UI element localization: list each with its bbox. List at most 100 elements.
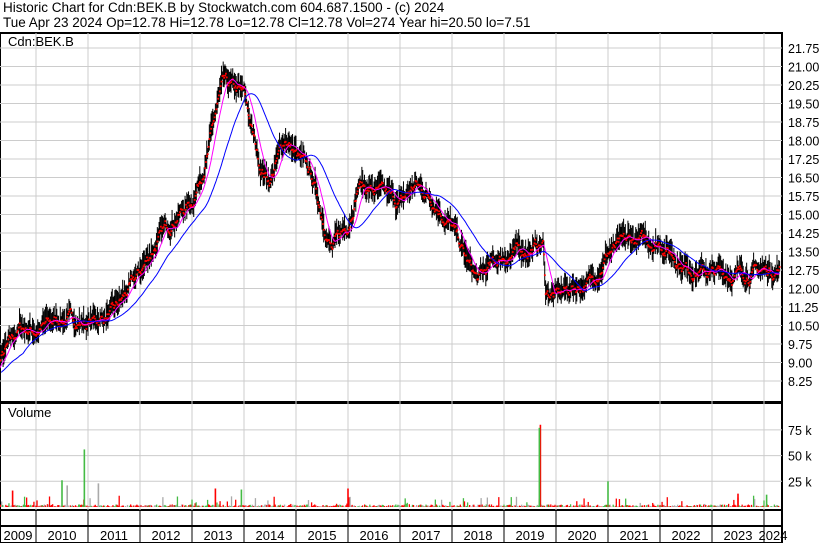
close-marker <box>725 276 728 279</box>
close-marker <box>306 166 309 168</box>
close-marker <box>70 311 73 314</box>
close-marker <box>468 261 471 264</box>
close-marker <box>526 257 529 260</box>
close-marker <box>547 294 550 297</box>
close-marker <box>737 266 739 269</box>
close-marker <box>678 267 681 270</box>
close-marker <box>242 87 245 90</box>
close-marker <box>288 141 291 144</box>
close-marker <box>78 321 81 324</box>
close-marker <box>211 124 213 127</box>
close-marker <box>244 93 246 96</box>
close-marker <box>686 268 689 271</box>
close-marker <box>227 84 230 87</box>
close-marker <box>484 269 486 272</box>
close-marker <box>532 244 535 247</box>
close-marker <box>650 246 653 249</box>
close-marker <box>622 232 625 235</box>
close-marker <box>601 271 603 274</box>
close-marker <box>197 185 200 187</box>
close-marker <box>369 184 372 187</box>
close-marker <box>284 140 287 143</box>
close-marker <box>37 332 40 335</box>
close-marker <box>247 114 250 117</box>
close-marker <box>673 258 675 260</box>
close-marker <box>458 242 460 245</box>
close-marker <box>113 307 115 309</box>
close-marker <box>358 183 361 185</box>
close-marker <box>363 185 366 188</box>
close-marker <box>698 271 700 273</box>
close-marker <box>176 220 179 222</box>
close-marker <box>584 284 587 287</box>
close-marker <box>44 320 47 323</box>
close-marker <box>477 278 479 281</box>
close-marker <box>295 149 297 152</box>
close-marker <box>112 303 115 306</box>
close-marker <box>523 255 525 258</box>
close-marker <box>472 269 474 272</box>
close-marker <box>729 278 732 281</box>
close-marker <box>146 256 148 259</box>
close-marker <box>355 200 357 202</box>
close-marker <box>184 208 187 211</box>
price-tick-label: 9.75 <box>788 338 812 352</box>
close-marker <box>43 322 46 325</box>
close-marker <box>55 316 57 319</box>
close-marker <box>17 329 19 332</box>
close-marker <box>72 319 75 322</box>
close-marker <box>272 173 275 176</box>
close-marker <box>446 220 448 223</box>
close-marker <box>480 268 483 271</box>
year-label: 2015 <box>308 528 337 543</box>
price-tick-label: 14.25 <box>788 227 819 241</box>
close-marker <box>339 232 342 235</box>
close-marker <box>766 274 769 276</box>
close-marker <box>357 187 360 189</box>
close-marker <box>310 178 313 180</box>
close-marker <box>603 258 606 261</box>
price-tick-label: 15.75 <box>788 190 819 204</box>
close-marker <box>373 193 375 196</box>
close-marker <box>152 253 154 256</box>
close-marker <box>461 244 464 247</box>
close-marker <box>298 153 301 156</box>
close-marker <box>208 138 211 140</box>
close-marker <box>447 220 450 223</box>
close-marker <box>510 256 512 259</box>
price-tick-label: 18.75 <box>788 116 819 130</box>
close-marker <box>693 278 695 280</box>
close-marker <box>122 295 125 297</box>
close-marker <box>126 294 128 297</box>
close-marker <box>7 338 10 341</box>
close-marker <box>264 171 267 174</box>
close-marker <box>691 278 694 280</box>
close-marker <box>642 234 645 236</box>
close-marker <box>0 359 2 362</box>
close-marker <box>145 260 148 262</box>
close-marker <box>23 328 25 331</box>
close-marker <box>541 241 544 244</box>
volume-tick-label: 50 k <box>788 450 812 464</box>
close-marker <box>332 242 335 245</box>
close-marker <box>220 80 223 83</box>
close-marker <box>163 223 166 226</box>
close-marker <box>215 108 218 111</box>
close-marker <box>130 274 133 277</box>
close-marker <box>336 229 339 232</box>
year-label: 2022 <box>672 528 701 543</box>
close-marker <box>372 190 375 193</box>
close-marker <box>143 263 146 266</box>
close-marker <box>263 176 265 178</box>
close-marker <box>305 160 308 163</box>
close-marker <box>225 72 227 75</box>
close-marker <box>634 241 636 244</box>
close-marker <box>716 267 719 270</box>
close-marker <box>712 267 714 269</box>
close-marker <box>344 230 347 232</box>
close-marker <box>470 263 473 266</box>
close-marker <box>3 352 5 355</box>
close-marker <box>744 282 746 285</box>
close-marker <box>186 206 188 209</box>
close-marker <box>222 74 225 77</box>
